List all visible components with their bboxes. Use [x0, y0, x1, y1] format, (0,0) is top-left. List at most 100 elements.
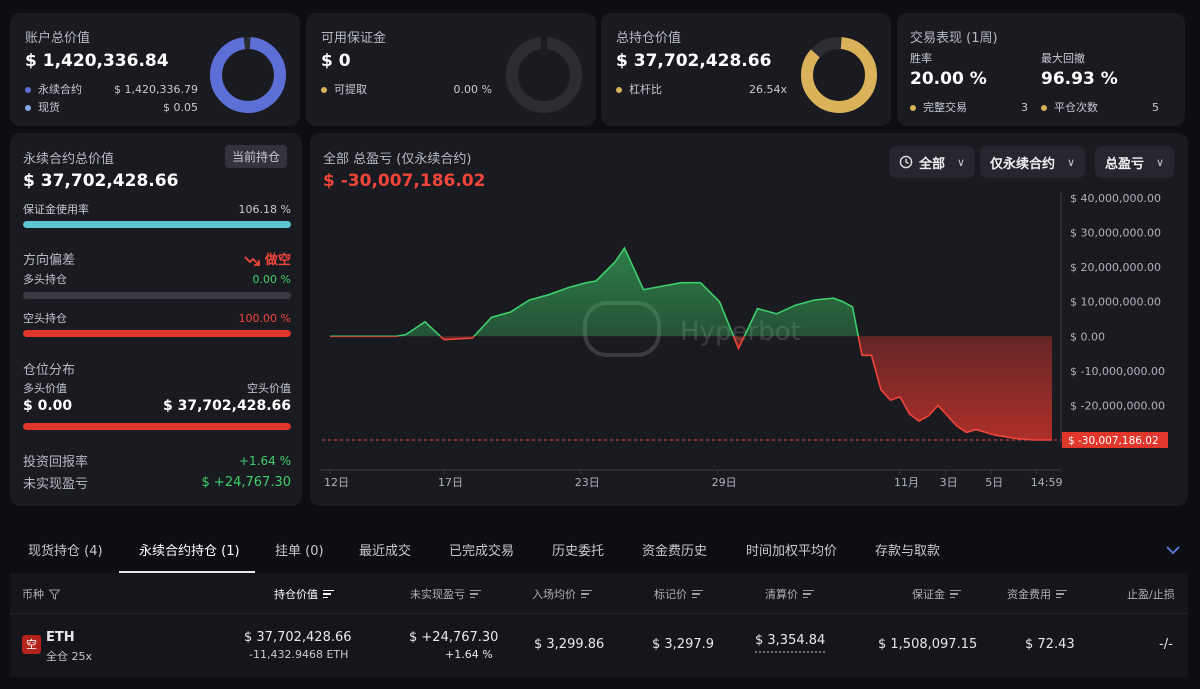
perp-panel: 永续合约总价值 当前持仓 $ 37,702,428.66 保证金使用率 106.1… [10, 133, 302, 506]
donut-gap [541, 35, 547, 51]
chart-title: 全部 总盈亏 (仅永续合约) [323, 152, 472, 167]
chevron-down-icon: ∨ [1067, 155, 1076, 169]
sort-icon[interactable] [323, 590, 334, 598]
y-tick-label: $ 20,000,000.00 [1070, 261, 1161, 274]
col-mark-price[interactable]: 标记价 [654, 586, 703, 602]
perp-only-dropdown[interactable]: 仅永续合约 ∨ [980, 146, 1086, 178]
col-coin[interactable]: 币种 [22, 586, 60, 602]
tab-twap[interactable]: 时间加权平均价 [746, 540, 837, 559]
x-axis: 12日 17日 23日 29日 11月 3日 5日 14:59 [320, 469, 1063, 489]
available-margin-value: $ 0 [321, 51, 351, 71]
drawdown-label: 最大回撤 [1041, 52, 1085, 65]
perp-dot-icon [25, 87, 31, 93]
x-tick-label: 29日 [712, 476, 737, 489]
position-size-cell: -11,432.9468 ETH [249, 648, 349, 661]
col-funding[interactable]: 资金费用 [1007, 586, 1067, 602]
spot-row: 现货 $ 0.05 [25, 99, 198, 115]
tab-open-orders[interactable]: 挂单 (0) [275, 540, 324, 559]
perp-total-value: $ 37,702,428.66 [23, 171, 179, 191]
account-value-card: 账户总价值 $ 1,420,336.84 永续合约 $ 1,420,336.79… [10, 13, 300, 126]
margin-cell: $ 1,508,097.15 [878, 637, 978, 652]
coin-name[interactable]: ETH [46, 630, 75, 645]
x-tick-label: 14:59 [1031, 476, 1063, 489]
complete-trades-row: 完整交易 3 [910, 99, 1028, 115]
tab-recent-fills[interactable]: 最近成交 [359, 540, 411, 559]
long-position-bar [23, 292, 291, 299]
tab-order-history[interactable]: 历史委托 [552, 540, 604, 559]
value-amounts-row: $ 0.00 $ 37,702,428.66 [23, 398, 291, 414]
unrealized-pnl-cell: $ +24,767.30 [409, 630, 499, 645]
unrealized-pnl-pct-cell: +1.64 % [445, 648, 493, 661]
filter-icon[interactable] [49, 589, 60, 600]
short-position-bar [23, 330, 291, 337]
col-margin[interactable]: 保证金 [912, 586, 961, 602]
donut-segment [210, 37, 286, 113]
range-filter-dropdown[interactable]: 全部 ∨ [889, 146, 976, 178]
drawdown-value: 96.93 % [1041, 69, 1118, 89]
col-tpsl: 止盈/止损 [1127, 588, 1175, 601]
pnl-chart-panel: 全部 总盈亏 (仅永续合约) $ -30,007,186.02 全部 ∨ 仅永续合… [310, 133, 1188, 506]
pnl-type-dropdown[interactable]: 总盈亏 ∨ [1095, 146, 1175, 178]
y-tick-label: $ 0.00 [1070, 330, 1105, 343]
position-value-title: 总持仓价值 [616, 31, 682, 46]
pnl-area-chart: Hyperbot $ 40,000,000.00$ 30,000,000.00$… [320, 192, 1168, 489]
account-value-title: 账户总价值 [25, 31, 91, 46]
upnl-row: 未实现盈亏 $ +24,767.30 [23, 475, 291, 492]
winrate-value: 20.00 % [910, 69, 987, 89]
winrate-label: 胜率 [910, 52, 932, 65]
funding-cell: $ 72.43 [1025, 637, 1075, 652]
withdrawable-dot-icon [321, 87, 327, 93]
margin-donut-chart [506, 35, 582, 113]
tab-perp-positions[interactable]: 永续合约持仓 (1) [139, 540, 240, 559]
liquidation-price-cell[interactable]: $ 3,354.84 [755, 633, 826, 653]
col-unrealized-pnl[interactable]: 未实现盈亏 [410, 586, 481, 602]
chevron-down-icon: ∨ [957, 155, 966, 169]
donut-track [506, 37, 582, 113]
performance-card: 交易表现 (1周) 胜率 20.00 % 最大回撤 96.93 % 完整交易 3… [897, 13, 1185, 126]
account-donut-chart [210, 37, 286, 113]
bias-row: 方向偏差 做空 [23, 253, 291, 268]
long-position-row: 多头持仓 0.00 % [23, 272, 291, 287]
close-count-row: 平仓次数 5 [1041, 99, 1159, 115]
position-donut-chart [801, 37, 877, 113]
x-tick-label: 5日 [985, 476, 1003, 489]
x-tick-label: 11月 [894, 476, 919, 489]
y-tick-label: $ -20,000,000.00 [1070, 399, 1165, 412]
account-value: $ 1,420,336.84 [25, 51, 169, 71]
tab-funding-history[interactable]: 资金费历史 [642, 540, 707, 559]
current-value-label: $ -30,007,186.02 [1068, 435, 1159, 447]
sort-icon[interactable] [803, 590, 814, 598]
margin-usage-row: 保证金使用率 106.18 % [23, 202, 291, 217]
x-tick-label: 12日 [324, 476, 349, 489]
x-tick-label: 17日 [438, 476, 463, 489]
position-value-card: 总持仓价值 $ 37,702,428.66 杠杆比 26.54x [601, 13, 891, 126]
sort-icon[interactable] [1056, 590, 1067, 598]
perp-row: 永续合约 $ 1,420,336.79 [25, 81, 198, 97]
distribution-title: 仓位分布 [23, 363, 76, 378]
tab-deposits-withdrawals[interactable]: 存款与取款 [875, 540, 940, 559]
sort-icon[interactable] [581, 590, 592, 598]
tab-spot-positions[interactable]: 现货持仓 (4) [28, 540, 103, 559]
short-side-badge: 空 [22, 635, 41, 654]
close-dot-icon [1041, 105, 1047, 111]
tpsl-cell[interactable]: -/- [1159, 637, 1173, 652]
current-position-badge[interactable]: 当前持仓 [225, 145, 288, 168]
x-tick-label: 23日 [575, 476, 600, 489]
tab-completed-trades[interactable]: 已完成交易 [449, 540, 514, 559]
col-liquidation-price[interactable]: 清算价 [765, 586, 814, 602]
sort-icon[interactable] [692, 590, 703, 598]
trades-dot-icon [910, 105, 916, 111]
chevron-down-icon[interactable] [1166, 545, 1180, 555]
sort-icon[interactable] [950, 590, 961, 598]
y-axis: $ 40,000,000.00 $ 30,000,000.00 $ 20,000,0… [1060, 192, 1165, 443]
short-position-row: 空头持仓 100.00 % [23, 311, 291, 326]
col-position-value[interactable]: 持仓价值 [274, 586, 334, 602]
sort-icon[interactable] [470, 590, 481, 598]
y-tick-label: $ 30,000,000.00 [1070, 227, 1161, 240]
margin-usage-bar [23, 221, 291, 228]
table-divider [10, 613, 1188, 614]
col-entry-price[interactable]: 入场均价 [532, 586, 592, 602]
leverage-dot-icon [616, 87, 622, 93]
withdrawable-row: 可提取 0.00 % [321, 81, 492, 97]
y-tick-label: $ -10,000,000.00 [1070, 365, 1165, 378]
